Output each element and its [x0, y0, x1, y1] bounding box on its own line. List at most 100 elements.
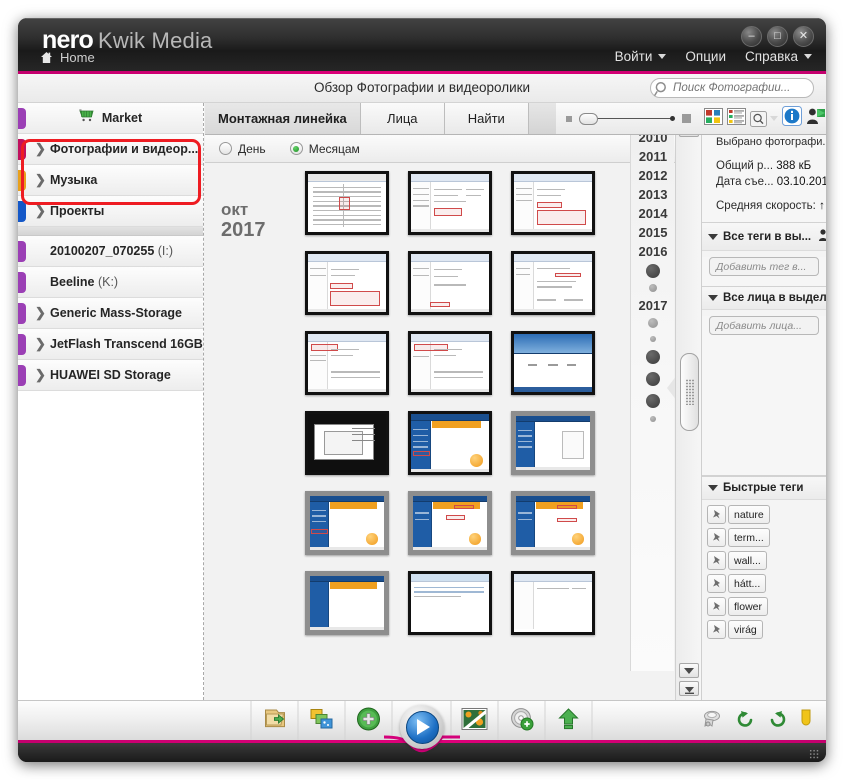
section-header-faces[interactable]: Все лица в выдел... [702, 286, 826, 310]
thumbnail-item[interactable] [305, 251, 389, 315]
year-2011[interactable]: 2011 [631, 149, 674, 164]
timeline-marker[interactable] [648, 318, 658, 328]
year-2016[interactable]: 2016 [631, 244, 674, 259]
year-2010[interactable]: 2010 [631, 134, 674, 145]
detail-view-icon[interactable] [727, 108, 746, 130]
sidebar-item-market[interactable]: Market [18, 103, 203, 134]
timeline-marker[interactable] [646, 394, 660, 408]
zoom-slider[interactable] [579, 113, 675, 125]
quick-tag-label[interactable]: hátt... [728, 574, 766, 593]
sidebar-item-device-0[interactable]: 20100207_070255 (I:) [18, 236, 203, 267]
tab-find[interactable]: Найти [445, 103, 529, 134]
delete-button[interactable] [800, 709, 812, 734]
pin-icon[interactable] [707, 528, 726, 547]
year-2013[interactable]: 2013 [631, 187, 674, 202]
timeline-marker[interactable] [650, 416, 656, 422]
home-breadcrumb[interactable]: Home [40, 50, 95, 65]
tab-timeline[interactable]: Монтажная линейка [205, 103, 361, 134]
thumbnail-item-selected[interactable] [511, 411, 595, 475]
print-button[interactable] [702, 709, 723, 734]
sidebar-item-projects[interactable]: ❯ Проекты [18, 196, 203, 227]
thumbnail-item-selected[interactable] [305, 571, 389, 635]
sidebar-item-device-2[interactable]: ❯ Generic Mass-Storage [18, 298, 203, 329]
pin-icon[interactable] [707, 551, 726, 570]
thumbnail-item-selected[interactable] [305, 491, 389, 555]
tab-faces[interactable]: Лица [361, 103, 445, 134]
section-header-tags[interactable]: Все теги в вы... [702, 222, 826, 251]
pin-icon[interactable] [707, 574, 726, 593]
timeline-marker[interactable] [646, 372, 660, 386]
year-2017[interactable]: 2017 [631, 298, 674, 313]
copy-photos-button[interactable] [298, 701, 346, 741]
scroll-bottom-button[interactable] [679, 681, 699, 696]
thumbnail-item[interactable] [511, 251, 595, 315]
resize-grip-icon[interactable] [809, 749, 819, 759]
scroll-down-button[interactable] [679, 663, 699, 678]
menu-item-login[interactable]: Войти [615, 49, 667, 64]
close-button[interactable]: ✕ [793, 26, 814, 47]
person-tag-icon[interactable] [806, 107, 826, 130]
thumbnail-item[interactable] [305, 411, 389, 475]
quick-tag-chip[interactable]: nature [707, 505, 770, 524]
timeline-scrollbar[interactable] [675, 103, 701, 700]
minimize-button[interactable]: – [741, 26, 762, 47]
quick-tag-chip[interactable]: flower [707, 597, 768, 616]
thumbnail-item-selected[interactable] [408, 491, 492, 555]
timeline-marker[interactable] [646, 350, 660, 364]
sidebar-item-music[interactable]: ❯ Музыка [18, 165, 203, 196]
menu-item-help[interactable]: Справка [745, 49, 812, 64]
upload-button[interactable] [545, 701, 593, 741]
thumbnail-item[interactable] [305, 171, 389, 235]
timeline-marker[interactable] [649, 284, 657, 292]
slider-handle[interactable] [579, 113, 598, 125]
section-header-quick-tags[interactable]: Быстрые теги [702, 476, 826, 500]
zoom-dropdown-icon[interactable] [750, 111, 778, 127]
quick-tag-chip[interactable]: wall... [707, 551, 767, 570]
menu-item-options[interactable]: Опции [685, 49, 726, 64]
quick-tag-label[interactable]: virág [728, 620, 763, 639]
rotate-left-button[interactable] [736, 709, 755, 733]
thumbnail-item[interactable] [408, 331, 492, 395]
radio-day[interactable]: День [219, 142, 266, 156]
thumbnail-item[interactable] [511, 171, 595, 235]
pin-icon[interactable] [707, 620, 726, 639]
thumbnail-item[interactable] [511, 331, 595, 395]
sidebar-item-photos-videos[interactable]: ❯ Фотографии и видеор... [18, 134, 203, 165]
timeline-marker[interactable] [650, 336, 656, 342]
grid-view-icon[interactable] [704, 108, 723, 130]
quick-tag-chip[interactable]: hátt... [707, 574, 766, 593]
thumbnail-item[interactable] [305, 331, 389, 395]
search-input[interactable] [673, 82, 813, 94]
quick-tag-label[interactable]: nature [728, 505, 770, 524]
quick-tag-label[interactable]: term... [728, 528, 770, 547]
add-tag-input[interactable]: Добавить тег в... [709, 257, 819, 276]
timeline-marker[interactable] [646, 264, 660, 278]
add-face-input[interactable]: Добавить лица... [709, 316, 819, 335]
quick-tag-label[interactable]: wall... [728, 551, 767, 570]
sidebar-item-device-4[interactable]: ❯ HUAWEI SD Storage [18, 360, 203, 391]
radio-month[interactable]: Месяцам [290, 142, 360, 156]
quick-tag-chip[interactable]: term... [707, 528, 770, 547]
thumbnail-item[interactable] [408, 171, 492, 235]
burn-disc-button[interactable] [498, 701, 546, 741]
search-box[interactable] [650, 78, 814, 98]
rotate-right-button[interactable] [768, 709, 787, 733]
pin-icon[interactable] [707, 505, 726, 524]
sidebar-item-device-1[interactable]: Beeline (K:) [18, 267, 203, 298]
quick-tag-chip[interactable]: virág [707, 620, 763, 639]
year-column[interactable]: 2010 2011 2012 2013 2014 2015 2016 2017 [630, 134, 674, 671]
import-folder-button[interactable] [251, 701, 299, 741]
thumbnail-item[interactable] [511, 571, 595, 635]
thumbnail-item[interactable] [408, 411, 492, 475]
year-2014[interactable]: 2014 [631, 206, 674, 221]
scrollbar-thumb[interactable] [680, 353, 699, 431]
pin-icon[interactable] [707, 597, 726, 616]
thumbnail-item[interactable] [408, 571, 492, 635]
year-2012[interactable]: 2012 [631, 168, 674, 183]
year-2015[interactable]: 2015 [631, 225, 674, 240]
sidebar-item-device-3[interactable]: ❯ JetFlash Transcend 16GB [18, 329, 203, 360]
info-icon[interactable] [782, 106, 802, 131]
thumbnail-item[interactable] [408, 251, 492, 315]
quick-tag-label[interactable]: flower [728, 597, 768, 616]
maximize-button[interactable]: □ [767, 26, 788, 47]
